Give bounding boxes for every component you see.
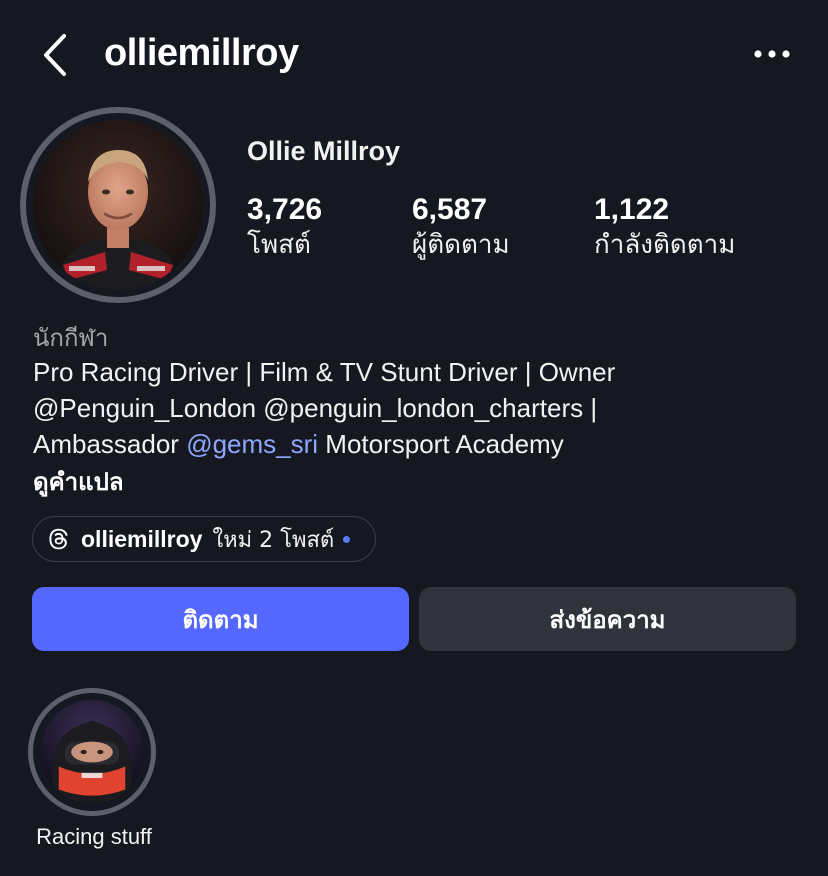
profile-header: olliemillroy	[0, 0, 828, 110]
bio-line: @Penguin_London @penguin_london_charters…	[33, 393, 598, 423]
threads-badge[interactable]: olliemillroy ใหม่ 2 โพสต์	[32, 516, 376, 562]
avatar-photo	[33, 120, 203, 290]
profile-category: นักกีฬา	[33, 324, 109, 352]
stat-following[interactable]: 1,122 กำลังติดตาม	[594, 192, 735, 262]
stat-label: กำลังติดตาม	[594, 230, 736, 260]
threads-username: olliemillroy	[81, 525, 203, 552]
stat-posts[interactable]: 3,726 โพสต์	[247, 192, 322, 262]
stat-label: โพสต์	[247, 230, 311, 260]
chevron-left-icon	[44, 34, 66, 76]
profile-bio: Pro Racing Driver | Film & TV Stunt Driv…	[33, 354, 813, 462]
bio-text: Motorsport Academy	[318, 429, 564, 459]
avatar-portrait-image	[33, 120, 203, 290]
threads-icon	[49, 528, 68, 550]
highlight-label: Racing stuff	[36, 824, 152, 849]
mention-link[interactable]: @gems_sri	[186, 429, 318, 459]
highlight-cover[interactable]	[28, 688, 156, 816]
highlight-photo	[40, 700, 144, 804]
message-button[interactable]: ส่งข้อความ	[419, 587, 796, 651]
unread-dot	[343, 535, 351, 543]
see-translation-link[interactable]: ดูคำแปล	[33, 462, 124, 501]
bio-text: Ambassador	[33, 429, 187, 459]
stat-value: 3,726	[247, 193, 323, 226]
stat-label: ผู้ติดตาม	[412, 230, 510, 260]
threads-new-posts: ใหม่ 2 โพสต์	[212, 527, 335, 553]
stat-value: 1,122	[594, 193, 670, 226]
stat-value: 6,587	[412, 193, 488, 226]
bio-line: Pro Racing Driver | Film & TV Stunt Driv…	[33, 357, 616, 387]
bio-line: Ambassador @gems_sri Motorsport Academy	[33, 426, 813, 462]
profile-avatar[interactable]	[20, 107, 216, 303]
story-highlight[interactable]: Racing stuff	[28, 688, 156, 849]
profile-username-title: olliemillroy	[104, 32, 299, 74]
back-button[interactable]	[38, 30, 74, 80]
more-options-button[interactable]	[752, 42, 792, 66]
helmet-image	[40, 700, 144, 804]
profile-display-name: Ollie Millroy	[247, 136, 401, 166]
more-horizontal-icon	[754, 50, 790, 58]
stat-followers[interactable]: 6,587 ผู้ติดตาม	[412, 192, 510, 262]
follow-button[interactable]: ติดตาม	[32, 587, 409, 651]
